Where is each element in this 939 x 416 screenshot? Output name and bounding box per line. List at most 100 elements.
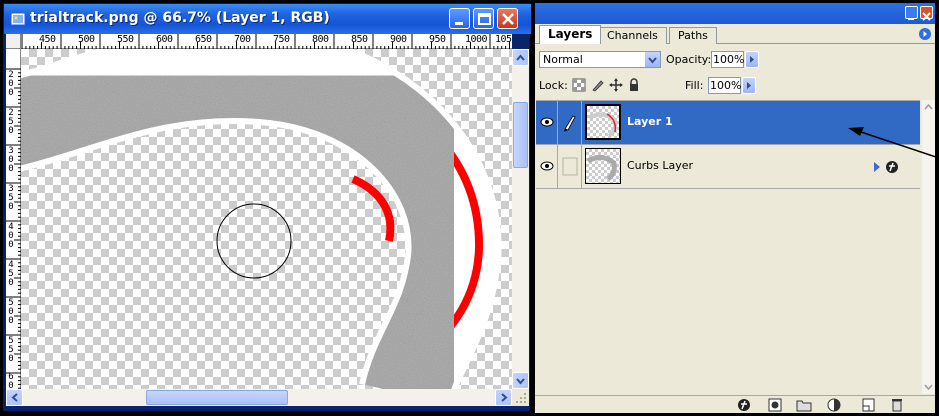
inner-curb — [351, 175, 395, 242]
dropdown-arrow[interactable] — [645, 52, 660, 67]
lock-position-icon[interactable] — [609, 78, 623, 92]
vertical-ruler: 200 250 300 350 400 450 500 550 600 — [6, 49, 21, 400]
layer-effects-icon[interactable] — [872, 160, 902, 174]
ruler-label: 450 — [8, 260, 14, 288]
blend-mode-value: Normal — [543, 53, 583, 66]
lock-image-pixels-icon[interactable] — [591, 78, 605, 92]
palette-titlebar[interactable] — [535, 3, 935, 24]
horizontal-scrollbar[interactable] — [6, 389, 512, 406]
opacity-label: Opacity: — [666, 53, 712, 66]
layer-row-curbs-layer[interactable]: Curbs Layer — [536, 145, 920, 189]
scroll-right-button[interactable] — [495, 389, 512, 406]
ruler-label: 300 — [8, 146, 14, 174]
tab-channels[interactable]: Channels — [598, 27, 667, 44]
add-layer-mask-icon[interactable] — [767, 398, 783, 412]
layers-list: Layer 1 Curbs Layer — [536, 100, 920, 395]
chevron-up-icon — [516, 54, 525, 61]
resize-grip-icon — [516, 393, 526, 403]
lock-transparency-icon[interactable] — [572, 78, 586, 92]
ruler-label: 850 — [351, 34, 368, 45]
tab-paths[interactable]: Paths — [669, 27, 717, 44]
maximize-icon — [478, 13, 491, 25]
horizontal-scroll-thumb[interactable] — [146, 390, 288, 405]
chevron-up-icon[interactable] — [922, 100, 935, 113]
ruler-label: 200 — [8, 70, 14, 98]
chevron-left-icon — [11, 393, 18, 402]
opacity-field[interactable]: 100% — [711, 51, 744, 68]
vertical-scroll-thumb[interactable] — [513, 102, 528, 168]
close-icon — [922, 12, 931, 21]
palette-close-button[interactable] — [920, 6, 933, 21]
ruler-label: 400 — [8, 222, 14, 250]
scroll-left-button[interactable] — [6, 389, 23, 406]
lock-label: Lock: — [539, 79, 568, 92]
fill-label: Fill: — [685, 79, 704, 92]
eye-icon — [540, 161, 554, 171]
close-icon — [502, 13, 514, 25]
fill-field[interactable]: 100% — [708, 77, 741, 94]
visibility-toggle[interactable] — [536, 145, 558, 188]
add-layer-style-icon[interactable] — [736, 398, 752, 412]
blend-mode-select[interactable]: Normal — [539, 51, 661, 68]
ruler-label: 500 — [78, 34, 95, 45]
close-button[interactable] — [497, 8, 518, 29]
play-arrow-icon — [747, 82, 751, 89]
visibility-toggle[interactable] — [536, 101, 558, 144]
ruler-label: 500 — [8, 298, 14, 326]
ruler-label: 250 — [8, 108, 14, 136]
maximize-button[interactable] — [473, 8, 494, 29]
ruler-label: 800 — [312, 34, 329, 45]
minimize-button[interactable] — [449, 8, 470, 29]
image-window-titlebar[interactable]: trialtrack.png @ 66.7% (Layer 1, RGB) — [4, 4, 531, 34]
chevron-down-icon — [516, 378, 525, 385]
ruler-label: 1000 — [465, 34, 488, 45]
layer-row-layer-1[interactable]: Layer 1 — [536, 101, 920, 145]
ruler-label: 750 — [273, 34, 290, 45]
ruler-label: 450 — [39, 34, 56, 45]
image-window-title: trialtrack.png @ 66.7% (Layer 1, RGB) — [30, 10, 330, 26]
ruler-label: 650 — [195, 34, 212, 45]
empty-link-box — [562, 157, 578, 176]
ruler-origin[interactable] — [6, 34, 21, 49]
chevron-down-icon[interactable] — [922, 381, 935, 394]
eye-icon — [540, 117, 554, 127]
layer-thumbnail — [585, 148, 621, 184]
document-icon — [10, 12, 26, 26]
ruler-label: 550 — [8, 336, 14, 364]
image-document-window[interactable]: trialtrack.png @ 66.7% (Layer 1, RGB) 45… — [3, 3, 531, 411]
tab-layers[interactable]: Layers — [539, 25, 602, 44]
layers-palette[interactable]: Layers Channels Paths Normal Opacity: 10… — [535, 3, 935, 413]
new-layer-icon[interactable] — [860, 398, 876, 412]
palette-minimize-button[interactable] — [905, 6, 918, 20]
image-canvas[interactable] — [21, 49, 512, 389]
chevron-right-icon — [501, 393, 508, 402]
layer-name[interactable]: Layer 1 — [627, 115, 673, 129]
chevron-down-icon — [648, 57, 657, 64]
palette-bottom-toolbar — [535, 395, 935, 413]
lock-all-icon[interactable] — [627, 78, 641, 92]
layers-list-scrollbar[interactable] — [922, 100, 935, 394]
layer-link-toggle[interactable] — [558, 101, 582, 144]
layer-link-toggle[interactable] — [558, 145, 582, 188]
scroll-up-button[interactable] — [512, 49, 529, 66]
thumbnail-preview — [588, 112, 618, 138]
palette-menu-arrow-icon[interactable] — [919, 28, 931, 40]
scroll-down-button[interactable] — [512, 372, 529, 389]
trash-icon[interactable] — [889, 398, 905, 412]
fill-slider-button[interactable] — [742, 77, 756, 94]
brush-icon — [564, 115, 576, 132]
opacity-slider-button[interactable] — [745, 51, 759, 68]
palette-tab-row: Layers Channels Paths — [535, 24, 935, 44]
vertical-scrollbar[interactable] — [512, 49, 529, 389]
ruler-label: 950 — [429, 34, 446, 45]
track-artwork — [21, 49, 502, 389]
ruler-label: 700 — [234, 34, 251, 45]
ruler-label: 350 — [8, 184, 14, 212]
ruler-label: 600 — [156, 34, 173, 45]
resize-grip[interactable] — [512, 389, 529, 406]
ruler-label: 550 — [117, 34, 134, 45]
new-group-folder-icon[interactable] — [796, 398, 812, 412]
brush-cursor-circle — [216, 203, 292, 279]
adjustment-layer-icon[interactable] — [826, 398, 842, 412]
layer-name[interactable]: Curbs Layer — [627, 159, 693, 173]
